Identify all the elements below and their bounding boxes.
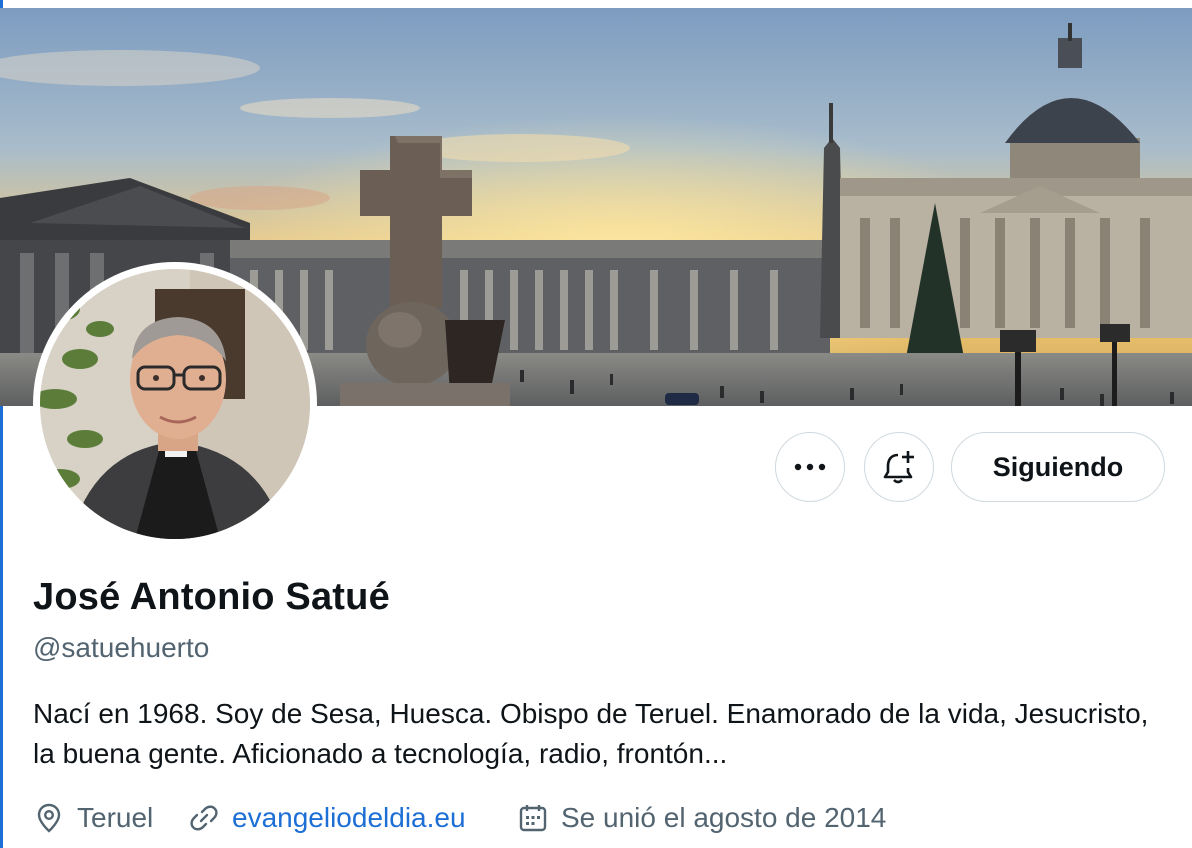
profile-location: Teruel — [33, 798, 153, 838]
more-options-button[interactable] — [775, 432, 845, 502]
location-text: Teruel — [77, 802, 154, 833]
calendar-icon — [519, 805, 547, 832]
joined-text: Se unió el agosto de 2014 — [561, 802, 887, 833]
profile-handle: @satuehuerto — [33, 632, 210, 663]
avatar-photo — [40, 269, 310, 539]
following-button[interactable]: Siguiendo — [951, 432, 1165, 502]
bell-plus-icon — [883, 451, 914, 484]
profile-website[interactable]: evangeliodeldia.eu — [188, 798, 466, 838]
website-link[interactable]: evangeliodeldia.eu — [232, 802, 466, 834]
profile-name: José Antonio Satué — [33, 576, 390, 618]
following-button-label: Siguiendo — [992, 451, 1124, 482]
more-horizontal-icon — [794, 463, 826, 471]
location-pin-icon — [37, 803, 61, 833]
profile-bio: Nací en 1968. Soy de Sesa, Huesca. Obisp… — [33, 698, 1149, 769]
link-icon — [190, 805, 218, 831]
notifications-button[interactable] — [864, 432, 934, 502]
top-strip — [0, 0, 1192, 8]
profile-avatar[interactable] — [33, 262, 317, 546]
profile-joined: Se unió el agosto de 2014 — [517, 798, 886, 838]
